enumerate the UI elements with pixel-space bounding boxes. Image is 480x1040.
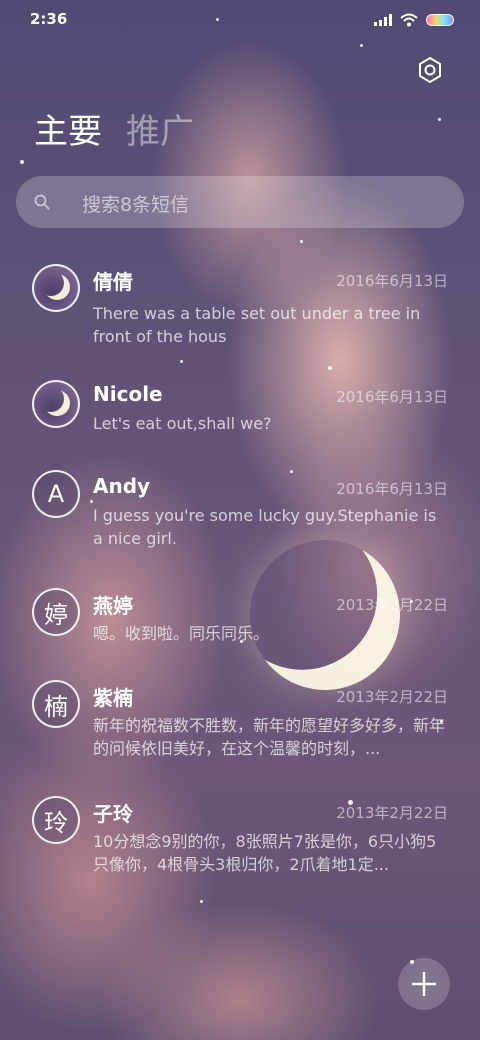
- search-bar[interactable]: 搜索8条短信: [16, 176, 464, 228]
- tab-main[interactable]: 主要: [34, 110, 102, 154]
- contact-name: 燕婷: [93, 594, 133, 618]
- contact-name: Andy: [93, 474, 151, 498]
- message-preview: Let's eat out,shall we?: [93, 414, 272, 433]
- gear-icon[interactable]: [414, 54, 446, 86]
- wifi-icon: [400, 13, 418, 27]
- contact-name: 倩倩: [93, 270, 133, 294]
- message-date: 2013年2月22日: [336, 596, 448, 614]
- tab-bar: 主要 推广: [34, 110, 194, 154]
- contact-name: 紫楠: [93, 686, 133, 710]
- avatar: 楠: [32, 680, 80, 728]
- avatar: [32, 264, 80, 312]
- avatar: A: [32, 470, 80, 518]
- moon-avatar-icon: [44, 274, 70, 300]
- status-time: 2:36: [30, 10, 68, 28]
- message-date: 2013年2月22日: [336, 688, 448, 706]
- search-input[interactable]: 搜索8条短信: [82, 190, 189, 217]
- avatar-letter: 玲: [44, 808, 68, 837]
- avatar-letter: 楠: [44, 692, 68, 721]
- avatar: 婷: [32, 588, 80, 636]
- search-icon: [34, 194, 50, 210]
- list-item[interactable]: 倩倩 2016年6月13日 There was a table set out …: [0, 264, 480, 364]
- contact-name: 子玲: [93, 802, 133, 826]
- message-date: 2013年2月22日: [336, 804, 448, 822]
- status-icons: [374, 12, 454, 28]
- moon-avatar-icon: [44, 390, 70, 416]
- message-preview: 新年的祝福数不胜数，新年的愿望好多好多，新年的问候依旧美好，在这个温馨的时刻，.…: [93, 716, 446, 758]
- message-date: 2016年6月13日: [336, 388, 448, 406]
- avatar: [32, 380, 80, 428]
- signal-icon: [374, 14, 392, 26]
- list-item[interactable]: 婷 燕婷 2013年2月22日 嗯。收到啦。同乐同乐。: [0, 588, 480, 668]
- compose-button[interactable]: [398, 958, 450, 1010]
- message-preview: I guess you're some lucky guy.Stephanie …: [93, 506, 437, 548]
- avatar: 玲: [32, 796, 80, 844]
- message-date: 2016年6月13日: [336, 480, 448, 498]
- list-item[interactable]: 玲 子玲 2013年2月22日 10分想念9别的你，8张照片7张是你，6只小狗5…: [0, 796, 480, 896]
- message-preview: There was a table set out under a tree i…: [93, 304, 421, 346]
- battery-icon: [426, 14, 454, 26]
- plus-icon: [412, 972, 436, 996]
- list-item[interactable]: Nicole 2016年6月13日 Let's eat out,shall we…: [0, 380, 480, 460]
- contact-name: Nicole: [93, 382, 163, 406]
- message-preview: 10分想念9别的你，8张照片7张是你，6只小狗5只像你，4根骨头3根归你，2爪着…: [93, 832, 437, 874]
- avatar-letter: A: [47, 480, 65, 508]
- list-item[interactable]: A Andy 2016年6月13日 I guess you're some lu…: [0, 470, 480, 570]
- message-preview: 嗯。收到啦。同乐同乐。: [93, 624, 270, 643]
- status-bar: 2:36: [0, 0, 480, 40]
- message-date: 2016年6月13日: [336, 272, 448, 290]
- avatar-letter: 婷: [44, 600, 68, 629]
- tab-promotions[interactable]: 推广: [126, 110, 194, 154]
- list-item[interactable]: 楠 紫楠 2013年2月22日 新年的祝福数不胜数，新年的愿望好多好多，新年的问…: [0, 680, 480, 780]
